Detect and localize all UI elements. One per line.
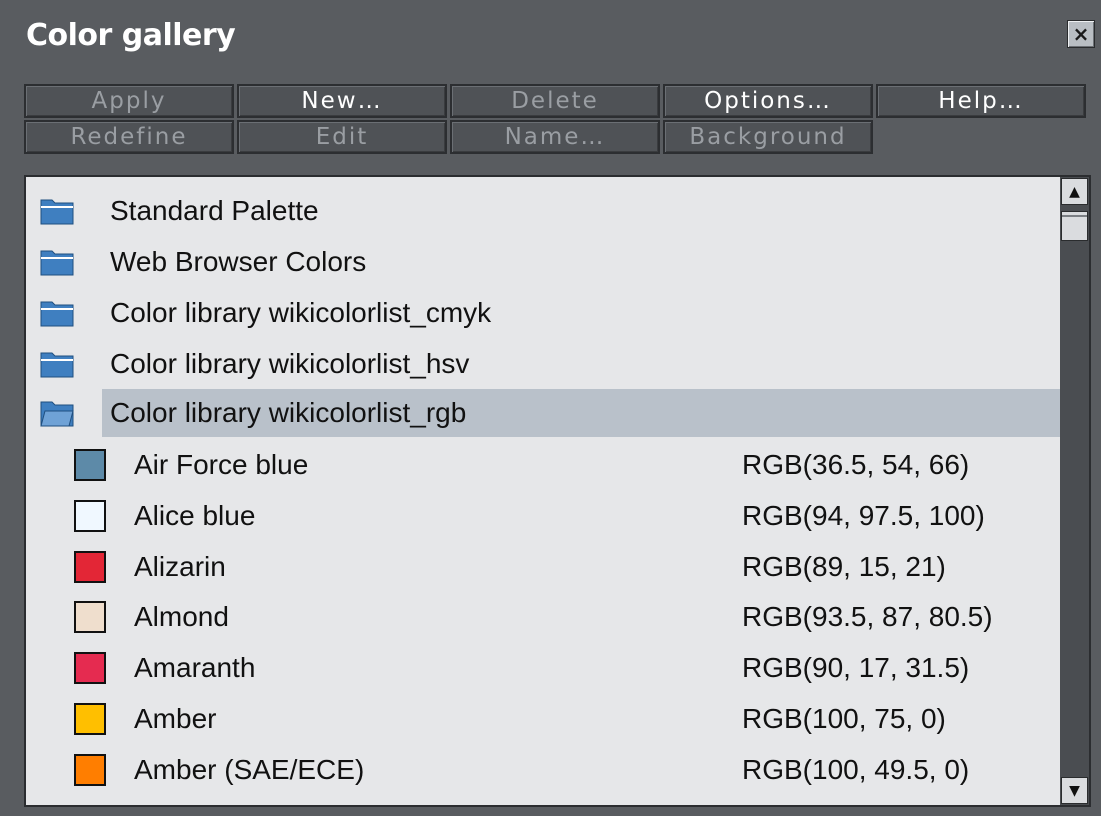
scroll-down-button[interactable]: ▼ xyxy=(1061,777,1088,804)
folder-label: Color library wikicolorlist_rgb xyxy=(110,397,467,428)
color-value: RGB(94, 97.5, 100) xyxy=(742,500,985,531)
color-name: Amber xyxy=(134,703,217,734)
apply-button[interactable]: Apply xyxy=(24,84,234,118)
window-title: Color gallery xyxy=(26,18,236,53)
color-row[interactable]: Air Force blue RGB(36.5, 54, 66) xyxy=(26,441,1060,489)
color-name: Alizarin xyxy=(134,551,226,582)
options-button[interactable]: Options… xyxy=(663,84,873,118)
color-row-partial[interactable] xyxy=(26,797,1060,807)
title-bar: Color gallery × xyxy=(0,0,1101,76)
folder-label: Standard Palette xyxy=(110,195,319,226)
color-row[interactable]: Alice blue RGB(94, 97.5, 100) xyxy=(26,492,1060,540)
folder-icon xyxy=(40,301,74,327)
new-button[interactable]: New… xyxy=(237,84,447,118)
color-value: RGB(93.5, 87, 80.5) xyxy=(742,601,993,632)
folder-icon xyxy=(40,199,74,225)
color-swatch xyxy=(74,551,106,583)
scroll-up-button[interactable]: ▲ xyxy=(1061,178,1088,205)
color-value: RGB(90, 17, 31.5) xyxy=(742,652,970,683)
color-swatch xyxy=(74,500,106,532)
folder-row[interactable]: Color library wikicolorlist_cmyk xyxy=(26,289,1060,337)
color-swatch xyxy=(74,703,106,735)
arrow-down-icon: ▼ xyxy=(1069,782,1080,799)
help-button[interactable]: Help… xyxy=(876,84,1086,118)
color-gallery-list[interactable]: Standard Palette Web Browser Colors Colo… xyxy=(24,175,1091,807)
folder-icon xyxy=(40,250,74,276)
color-swatch xyxy=(74,652,106,684)
close-button[interactable]: × xyxy=(1067,20,1095,48)
color-value: RGB(100, 49.5, 0) xyxy=(742,754,970,785)
vertical-scrollbar[interactable]: ▲ ▼ xyxy=(1060,177,1089,805)
close-icon: × xyxy=(1072,22,1090,46)
color-name: Amber (SAE/ECE) xyxy=(134,754,365,785)
arrow-up-icon: ▲ xyxy=(1069,183,1080,200)
color-swatch xyxy=(74,754,106,786)
color-name: Alice blue xyxy=(134,500,256,531)
folder-label: Web Browser Colors xyxy=(110,246,367,277)
folder-row[interactable]: Web Browser Colors xyxy=(26,238,1060,286)
color-value: RGB(36.5, 54, 66) xyxy=(742,449,970,480)
color-row[interactable]: Amber (SAE/ECE) RGB(100, 49.5, 0) xyxy=(26,746,1060,794)
name-button[interactable]: Name… xyxy=(450,120,660,154)
edit-button[interactable]: Edit xyxy=(237,120,447,154)
color-value: RGB(89, 15, 21) xyxy=(742,551,946,582)
folder-icon xyxy=(40,352,74,378)
folder-label: Color library wikicolorlist_cmyk xyxy=(110,297,492,328)
color-row[interactable]: Almond RGB(93.5, 87, 80.5) xyxy=(26,593,1060,641)
color-value: RGB(100, 75, 0) xyxy=(742,703,946,734)
folder-label: Color library wikicolorlist_hsv xyxy=(110,348,470,379)
delete-button[interactable]: Delete xyxy=(450,84,660,118)
open-folder-icon xyxy=(40,401,74,427)
color-swatch xyxy=(74,805,106,807)
scroll-thumb[interactable] xyxy=(1061,211,1088,241)
color-swatch xyxy=(74,601,106,633)
color-name: Air Force blue xyxy=(134,449,309,480)
redefine-button[interactable]: Redefine xyxy=(24,120,234,154)
folder-row[interactable]: Color library wikicolorlist_hsv xyxy=(26,340,1060,388)
color-name: Almond xyxy=(134,601,229,632)
color-swatch xyxy=(74,449,106,481)
color-row[interactable]: Amaranth RGB(90, 17, 31.5) xyxy=(26,644,1060,692)
background-button[interactable]: Background xyxy=(663,120,873,154)
color-row[interactable]: Alizarin RGB(89, 15, 21) xyxy=(26,543,1060,591)
color-row[interactable]: Amber RGB(100, 75, 0) xyxy=(26,695,1060,743)
folder-row[interactable]: Standard Palette xyxy=(26,187,1060,235)
folder-row-selected[interactable]: Color library wikicolorlist_rgb xyxy=(26,389,1060,437)
color-name: Amaranth xyxy=(134,652,256,683)
